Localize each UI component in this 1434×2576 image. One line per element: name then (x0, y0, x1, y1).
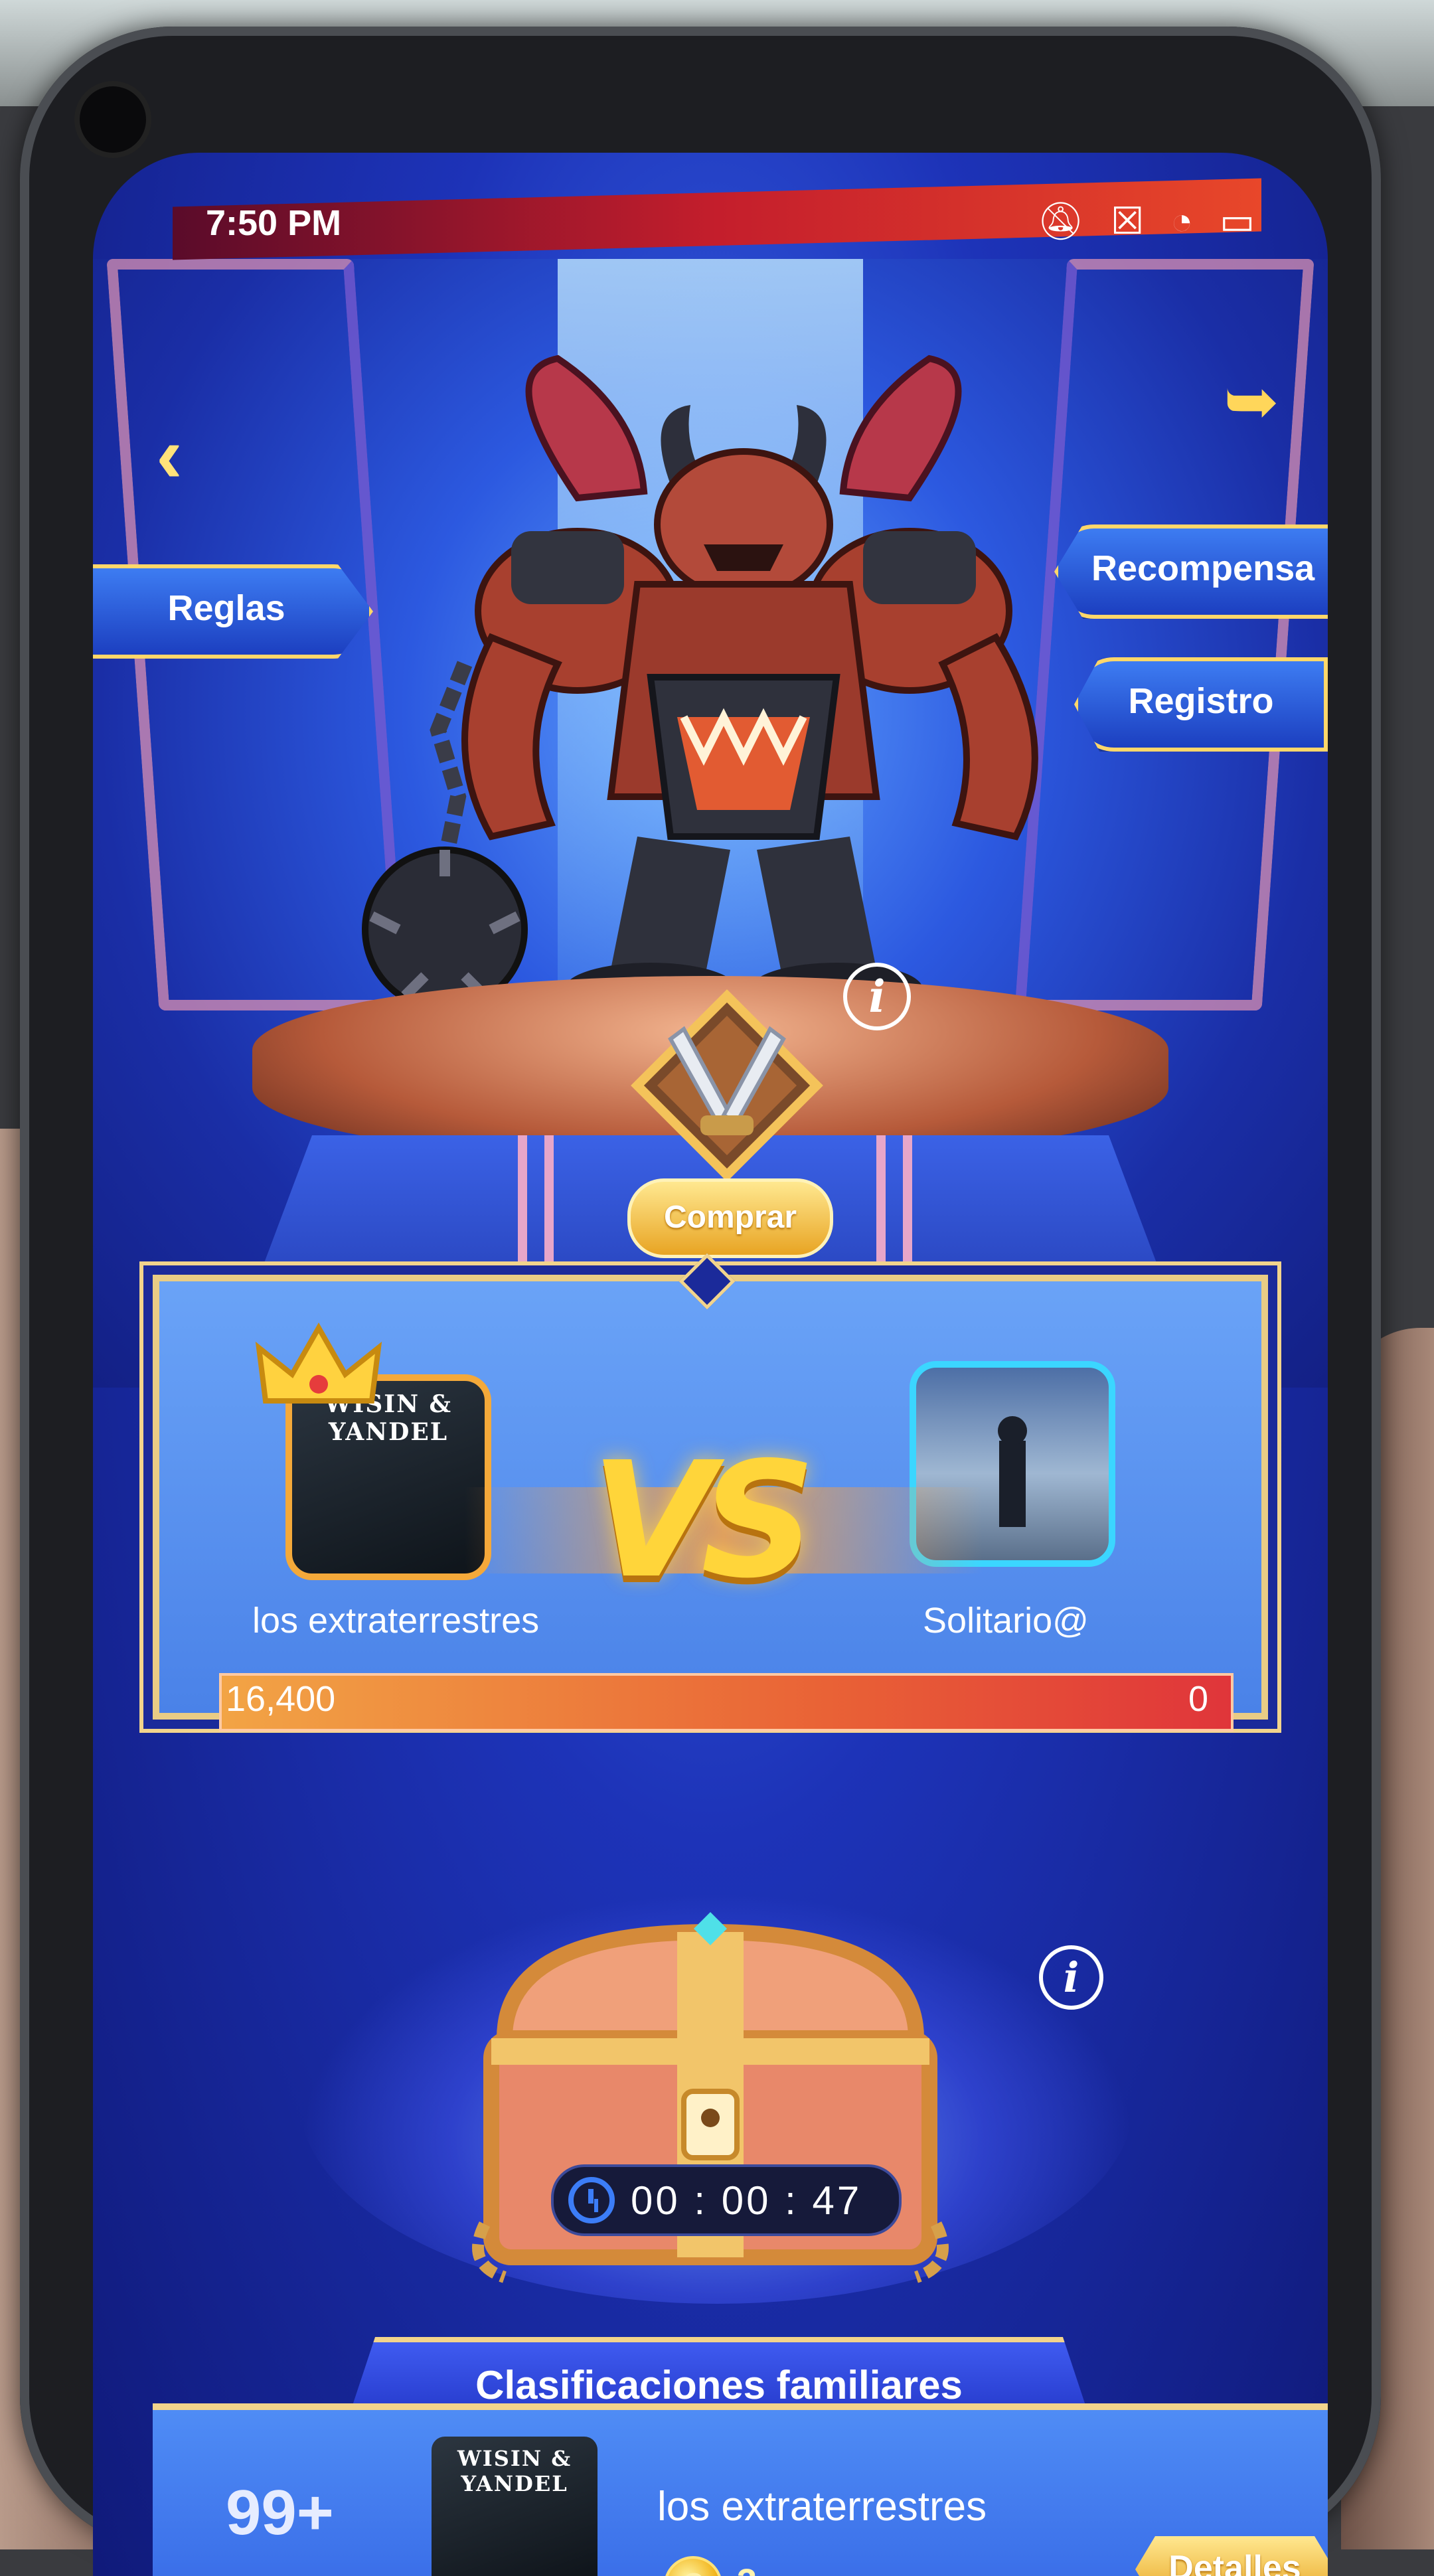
buy-button[interactable]: Comprar (627, 1178, 833, 1258)
family-rankings-label: Clasificaciones familiares (475, 2363, 963, 2407)
rank-number: 99+ (226, 2477, 334, 2548)
crossed-swords-badge-icon[interactable] (631, 989, 823, 1182)
battery-icon: ▭ (1220, 200, 1255, 242)
status-icons: 🔕︎ ☒ ◔ ▭ (1037, 199, 1255, 243)
right-player-name: Solitario@ (923, 1601, 1089, 1641)
right-player-score: 0 (1188, 1679, 1209, 1719)
chest-timer: 00 : 00 : 47 (551, 2164, 902, 2236)
score-bar (219, 1673, 1234, 1731)
clock-icon (568, 2177, 615, 2223)
coin-count: 3 (737, 2561, 757, 2576)
rules-button[interactable]: Reglas (93, 564, 373, 659)
back-button[interactable]: ‹ (139, 415, 199, 495)
details-button[interactable]: Detalles (1135, 2536, 1328, 2576)
demon-boss-illustration (362, 355, 1038, 1016)
vs-label: VS (591, 1427, 816, 1613)
app-screen: 7:50 PM 🔕︎ ☒ ◔ ▭ ‹ ➥ Reglas Recompensa R… (93, 153, 1328, 2576)
front-camera (80, 86, 146, 153)
mute-icon: 🔕︎ (1036, 200, 1085, 242)
sim-icon: ☒ (1111, 200, 1145, 242)
status-time: 7:50 PM (206, 203, 342, 243)
timer-text: 00 : 00 : 47 (631, 2178, 862, 2223)
family-name: los extraterrestres (657, 2484, 987, 2530)
left-player-name: los extraterrestres (252, 1601, 540, 1641)
wifi-icon: ◔ (1170, 200, 1194, 242)
family-avatar[interactable]: WISIN & YANDEL (432, 2437, 598, 2576)
crown-icon (255, 1322, 382, 1404)
info-icon[interactable]: i (1039, 1945, 1103, 2010)
info-icon[interactable]: i (843, 963, 911, 1030)
avatar-caption: WISIN & YANDEL (457, 2446, 572, 2496)
share-icon[interactable]: ➥ (1215, 365, 1288, 438)
status-bar: 7:50 PM 🔕︎ ☒ ◔ ▭ (93, 178, 1328, 260)
left-player-score: 16,400 (226, 1679, 336, 1719)
phone-frame: 7:50 PM 🔕︎ ☒ ◔ ▭ ‹ ➥ Reglas Recompensa R… (20, 27, 1381, 2576)
